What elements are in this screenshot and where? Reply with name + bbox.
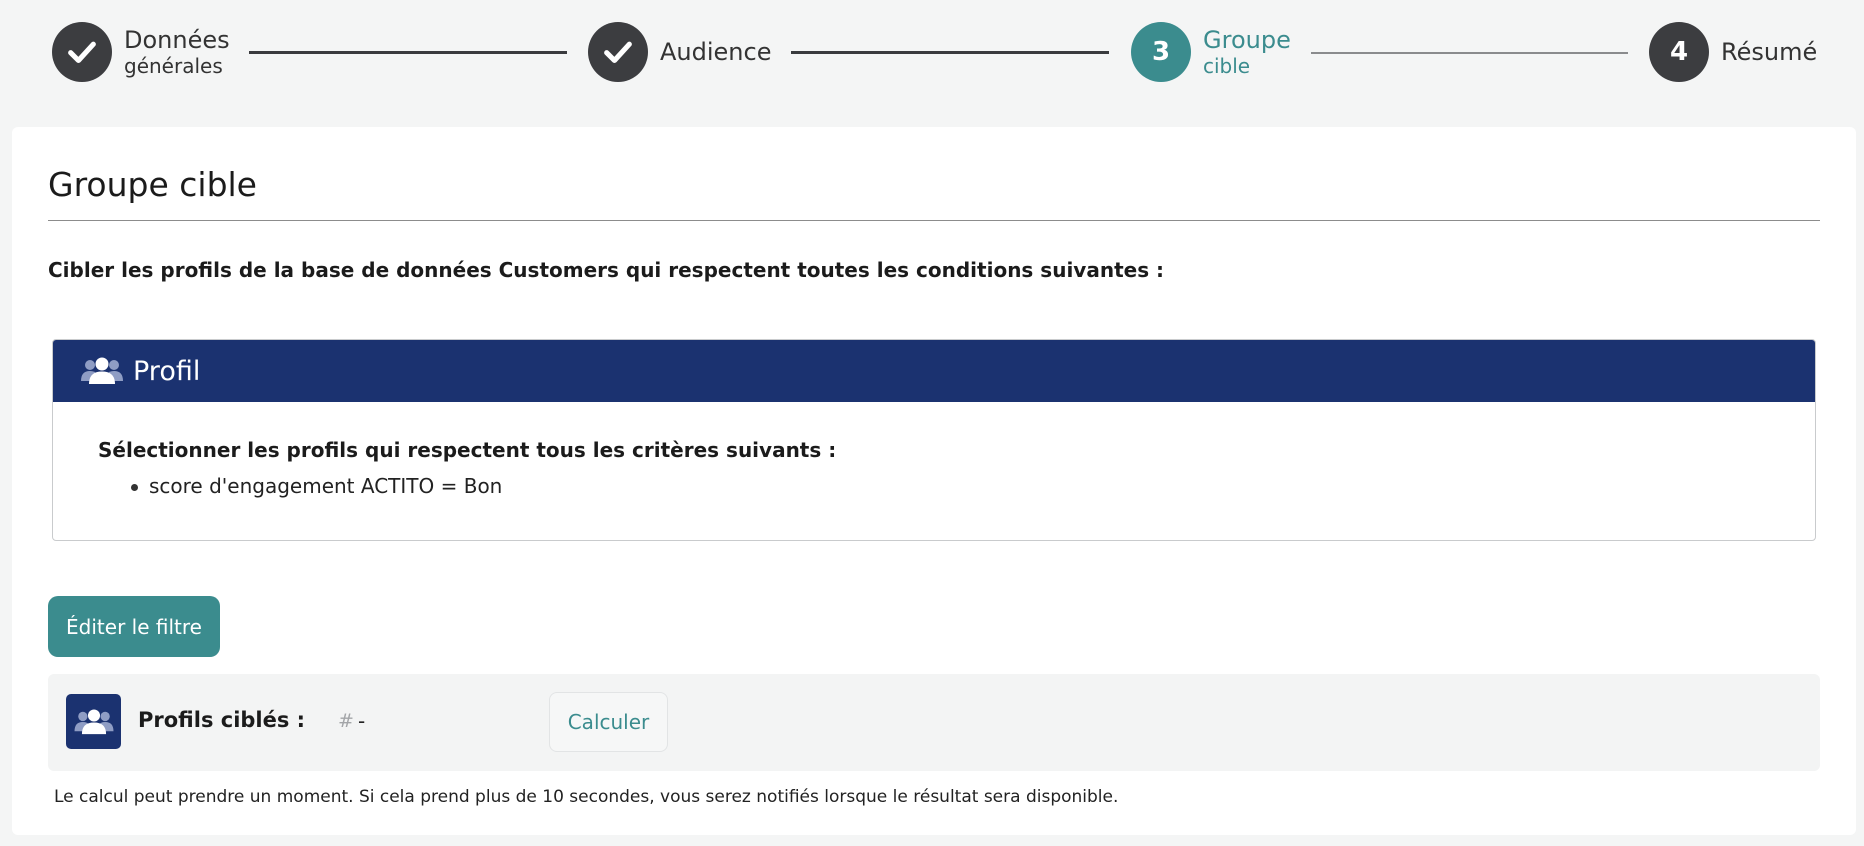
step-3-label: Groupe cible [1203,22,1291,82]
step-3-subtitle: cible [1203,54,1251,78]
criteria-title: Sélectionner les profils qui respectent … [98,438,837,462]
users-icon [81,357,123,384]
step-1-subtitle: générales [124,54,223,78]
profil-panel: Profil Sélectionner les profils qui resp… [52,339,1816,541]
calculate-button[interactable]: Calculer [549,692,668,752]
step-connector-2 [791,51,1109,54]
step-1-label: Données générales [124,22,230,82]
step-4-circle: 4 [1649,22,1709,82]
step-4-title: Résumé [1721,38,1818,66]
step-2-title: Audience [660,38,772,66]
step-connector-3 [1311,52,1628,54]
users-icon [74,708,113,734]
step-2-label: Audience [660,22,771,82]
step-4-label: Résumé [1721,22,1817,82]
targeted-profiles-icon-box [66,694,121,749]
profil-panel-title: Profil [133,355,201,387]
main-card: Groupe cible Cibler les profils de la ba… [12,127,1856,835]
targeted-profiles-label: Profils ciblés : [138,708,306,732]
page-title: Groupe cible [48,165,257,204]
profil-panel-header: Profil [53,340,1815,402]
step-2-circle [588,22,648,82]
criteria-item: score d'engagement ACTITO = Bon [131,474,1815,498]
step-connector-1 [249,51,567,54]
step-1-title: Données [124,26,230,54]
step-3-title: Groupe [1203,26,1291,54]
profil-panel-body: Sélectionner les profils qui respectent … [53,402,1815,498]
criteria-list: score d'engagement ACTITO = Bon [98,474,1815,498]
calculation-note: Le calcul peut prendre un moment. Si cel… [54,787,1119,807]
step-1-circle [52,22,112,82]
intro-text: Cibler les profils de la base de données… [48,258,1165,282]
check-icon [68,41,96,64]
targeted-profiles-bar: Profils ciblés : # - Calculer [48,674,1820,771]
edit-filter-button[interactable]: Éditer le filtre [48,596,220,657]
step-3-circle: 3 [1131,22,1191,82]
targeted-profiles-count: - [358,709,366,733]
hash-icon: # [338,710,354,732]
title-divider [48,220,1820,221]
check-icon [604,41,632,64]
wizard-stepper: Données générales Audience 3 Groupe cibl… [0,0,1864,104]
